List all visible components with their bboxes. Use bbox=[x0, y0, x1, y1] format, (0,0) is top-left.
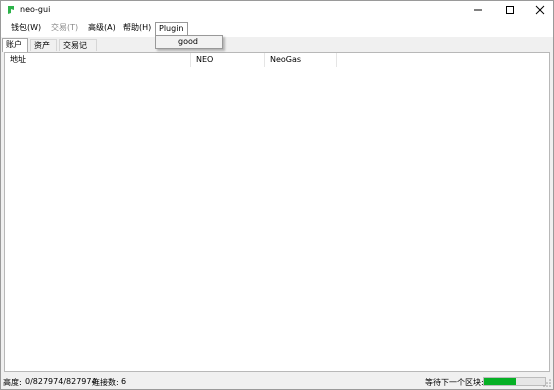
connections-label: 连接数: bbox=[92, 378, 119, 387]
height-label: 高度: bbox=[3, 378, 22, 387]
column-header-neo[interactable]: NEO bbox=[191, 53, 265, 67]
plugin-dropdown: good bbox=[155, 35, 223, 49]
status-bar: 高度: 0/827974/827974 连接数: 6 等待下一个区块: bbox=[1, 374, 553, 389]
resize-grip-icon[interactable] bbox=[542, 378, 552, 388]
close-button[interactable] bbox=[525, 1, 554, 19]
next-block-progress-fill bbox=[484, 378, 516, 385]
tab-accounts[interactable]: 账户 bbox=[2, 38, 28, 52]
tab-strip: 账户 资产 交易记录 bbox=[1, 38, 553, 61]
main-window: neo-gui 钱包(W) 交易(T) 高级(A) 帮助(H) Plugin g… bbox=[0, 0, 554, 390]
menu-wallet[interactable]: 钱包(W) bbox=[7, 22, 45, 36]
connections-value: 6 bbox=[121, 377, 127, 386]
window-title: neo-gui bbox=[20, 5, 51, 14]
account-list[interactable]: 地址 NEO NeoGas bbox=[4, 52, 550, 372]
menu-help[interactable]: 帮助(H) bbox=[119, 22, 155, 36]
neo-logo-icon bbox=[8, 6, 14, 14]
tab-assets[interactable]: 资产 bbox=[30, 39, 57, 51]
plugin-menu-item-good[interactable]: good bbox=[178, 37, 198, 46]
menu-plugin[interactable]: Plugin bbox=[155, 22, 188, 36]
column-header-address[interactable]: 地址 bbox=[5, 53, 191, 67]
menu-bar: 钱包(W) 交易(T) 高级(A) 帮助(H) Plugin bbox=[1, 19, 553, 37]
height-value: 0/827974/827974 bbox=[25, 377, 97, 386]
column-header-neogas[interactable]: NeoGas bbox=[265, 53, 337, 67]
minimize-icon bbox=[474, 9, 482, 11]
title-bar[interactable]: neo-gui bbox=[1, 1, 553, 19]
next-block-progress bbox=[483, 377, 546, 386]
maximize-icon bbox=[506, 6, 514, 14]
menu-transaction[interactable]: 交易(T) bbox=[47, 22, 82, 36]
tab-transaction-history[interactable]: 交易记录 bbox=[59, 39, 97, 61]
next-block-label: 等待下一个区块: bbox=[425, 378, 484, 387]
menu-advanced[interactable]: 高级(A) bbox=[84, 22, 120, 36]
close-icon bbox=[535, 5, 545, 15]
maximize-button[interactable] bbox=[495, 1, 525, 19]
minimize-button[interactable] bbox=[463, 1, 493, 19]
